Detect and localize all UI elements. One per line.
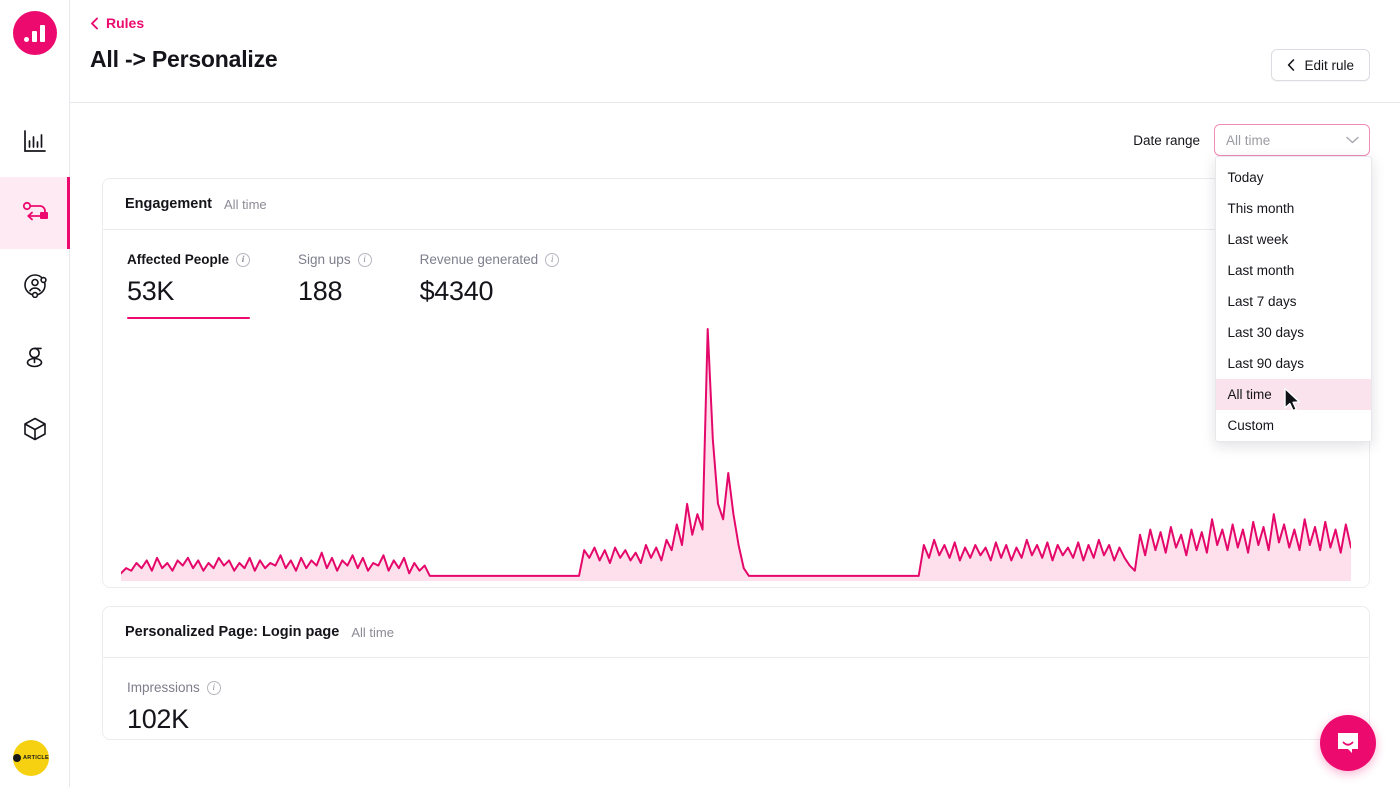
sidebar-item-integrations[interactable]: [0, 393, 70, 465]
metric-affected-people-value: 53K: [127, 276, 175, 306]
dropdown-option-last-7-days[interactable]: Last 7 days: [1216, 286, 1371, 317]
sidebar-nav: [0, 105, 70, 465]
sidebar-item-analytics[interactable]: [0, 105, 70, 177]
metric-sign-ups-label: Sign ups: [298, 252, 351, 267]
metric-revenue-generated[interactable]: Revenue generated i $4340: [396, 252, 584, 319]
workspace-logo[interactable]: ARTICLE: [13, 740, 49, 776]
sidebar-item-personas[interactable]: [0, 321, 70, 393]
dropdown-option-last-30-days[interactable]: Last 30 days: [1216, 317, 1371, 348]
info-icon[interactable]: i: [357, 252, 372, 267]
page-title: All -> Personalize: [90, 45, 278, 72]
metric-impressions-value: 102K: [127, 704, 189, 734]
metric-affected-people-label-row: Affected People i: [127, 252, 251, 267]
chevron-down-icon: [1346, 136, 1359, 144]
metric-impressions-label-row: Impressions i: [127, 680, 221, 695]
personalized-page-metrics: Impressions i 102K: [103, 658, 1369, 739]
metric-sign-ups-label-row: Sign ups i: [298, 252, 372, 267]
dropdown-option-today[interactable]: Today: [1216, 162, 1371, 193]
info-icon[interactable]: i: [236, 252, 251, 267]
date-range-select[interactable]: All time: [1214, 124, 1370, 156]
engagement-card-title: Engagement: [125, 196, 213, 212]
chat-widget-button[interactable]: [1320, 715, 1376, 771]
breadcrumb-rules-link[interactable]: Rules: [90, 15, 144, 31]
sidebar-item-rules[interactable]: [0, 177, 70, 249]
chart-fill-area: [121, 329, 1351, 581]
cube-box-icon: [22, 416, 48, 442]
date-range-select-wrapper: All time Today This month Last week Last…: [1214, 124, 1372, 442]
metric-sign-ups-value: 188: [298, 276, 343, 306]
personalized-page-card-title: Personalized Page: Login page: [125, 624, 340, 640]
metric-affected-people[interactable]: Affected People i 53K: [103, 252, 274, 319]
date-range-selected-value: All time: [1226, 132, 1271, 148]
chevron-left-icon: [1288, 59, 1295, 71]
engagement-metrics: Affected People i 53K Sign ups i 188 Rev…: [103, 230, 1369, 319]
sidebar-item-audience[interactable]: [0, 249, 70, 321]
dropdown-option-this-month[interactable]: This month: [1216, 193, 1371, 224]
engagement-area-chart-svg: [121, 319, 1351, 581]
metric-impressions[interactable]: Impressions i 102K: [103, 680, 245, 739]
rules-flow-icon: [21, 200, 49, 226]
main-content: Rules All -> Personalize Edit rule Date …: [70, 0, 1400, 787]
date-range-label: Date range: [1133, 132, 1200, 148]
dropdown-option-custom[interactable]: Custom: [1216, 410, 1371, 441]
workspace-logo-dot-icon: [13, 754, 22, 762]
metric-affected-people-label: Affected People: [127, 252, 230, 267]
engagement-chart[interactable]: [103, 319, 1369, 587]
dropdown-option-last-week[interactable]: Last week: [1216, 224, 1371, 255]
metric-revenue-label-row: Revenue generated i: [420, 252, 560, 267]
breadcrumb-label: Rules: [106, 15, 145, 31]
personalized-page-card-subtitle: All time: [351, 624, 394, 640]
app-root: ARTICLE Rules All -> Personalize Edit ru…: [0, 0, 1400, 787]
personalized-page-card: Personalized Page: Login page All time I…: [102, 606, 1370, 740]
dropdown-option-all-time[interactable]: All time: [1215, 379, 1371, 410]
date-range-dropdown-menu: Today This month Last week Last month La…: [1214, 156, 1372, 442]
metric-sign-ups[interactable]: Sign ups i 188: [274, 252, 396, 319]
analytics-bar-chart-icon: [22, 128, 48, 154]
info-icon[interactable]: i: [206, 680, 221, 695]
workspace-logo-label: ARTICLE: [23, 755, 49, 761]
engagement-card-header: Engagement All time: [103, 179, 1369, 230]
chevron-left-icon: [91, 17, 98, 29]
metric-revenue-generated-value: $4340: [419, 276, 494, 306]
chat-bubble-icon: [1338, 733, 1358, 753]
metric-impressions-label: Impressions: [127, 680, 200, 695]
dropdown-option-last-90-days[interactable]: Last 90 days: [1216, 348, 1371, 379]
topbar: Rules All -> Personalize Edit rule: [70, 0, 1400, 103]
date-range-filter-row: Date range All time Today This month Las…: [70, 103, 1400, 442]
info-icon[interactable]: i: [545, 252, 560, 267]
metric-revenue-generated-label: Revenue generated: [419, 252, 539, 267]
edit-rule-button[interactable]: Edit rule: [1271, 49, 1370, 81]
persona-avatar-icon: [22, 344, 48, 370]
engagement-card-subtitle: All time: [224, 196, 267, 212]
audience-people-icon: [22, 272, 48, 298]
engagement-card: Engagement All time Affected People i 53…: [102, 178, 1370, 588]
brand-logo-icon[interactable]: [12, 11, 57, 55]
edit-rule-label: Edit rule: [1304, 57, 1354, 73]
content-area: Engagement All time Affected People i 53…: [70, 156, 1400, 740]
personalized-page-card-header: Personalized Page: Login page All time: [103, 607, 1369, 658]
dropdown-option-last-month[interactable]: Last month: [1216, 255, 1371, 286]
sidebar: ARTICLE: [0, 0, 70, 787]
